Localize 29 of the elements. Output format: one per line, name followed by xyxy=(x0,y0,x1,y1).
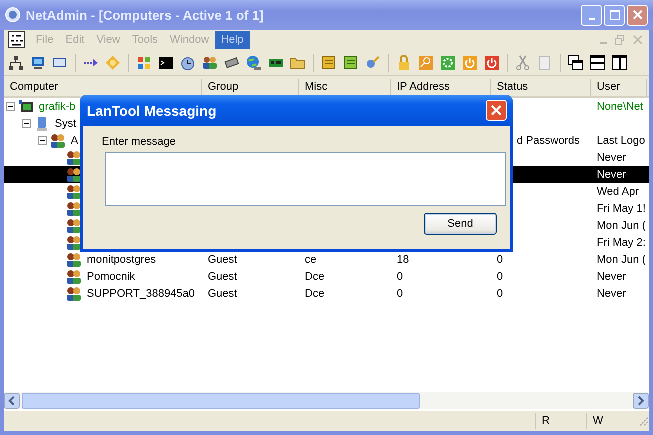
table-cell: Never xyxy=(597,152,626,164)
table-cell: Mon Jun ( xyxy=(597,220,646,232)
table-cell: None\Net xyxy=(597,100,644,112)
table-cell: Wed Apr xyxy=(597,186,639,198)
table-cell: 0 xyxy=(497,288,504,300)
table-cell: Last Logo xyxy=(597,134,646,146)
table-cell: Fri May 1! xyxy=(597,202,646,214)
field-label: Enter message xyxy=(102,136,176,148)
table-cell: 0 xyxy=(497,270,504,282)
table-cell: Dce xyxy=(305,288,325,300)
table-cell: Dce xyxy=(305,270,325,282)
table-cell: 0 xyxy=(497,254,504,266)
table-cell: Guest xyxy=(208,288,238,300)
table-cell: 18 xyxy=(397,254,410,266)
table-cell: Guest xyxy=(208,254,238,266)
status-panel: W xyxy=(586,413,637,429)
table-cell: d Passwords xyxy=(517,134,580,146)
table-cell: ce xyxy=(305,254,317,266)
table-cell: 0 xyxy=(397,270,404,282)
table-cell: Guest xyxy=(208,270,238,282)
table-cell: Never xyxy=(597,288,626,300)
table-cell: Never xyxy=(597,270,626,282)
table-cell: 0 xyxy=(397,288,404,300)
dialog-title: LanTool Messaging xyxy=(87,102,218,118)
table-cell: Never xyxy=(597,168,626,180)
status-panel: R xyxy=(535,413,586,429)
table-cell: Mon Jun ( xyxy=(597,254,646,266)
table-cell: Fri May 2: xyxy=(597,236,646,248)
window-title: NetAdmin - [Computers - Active 1 of 1] xyxy=(26,8,265,22)
